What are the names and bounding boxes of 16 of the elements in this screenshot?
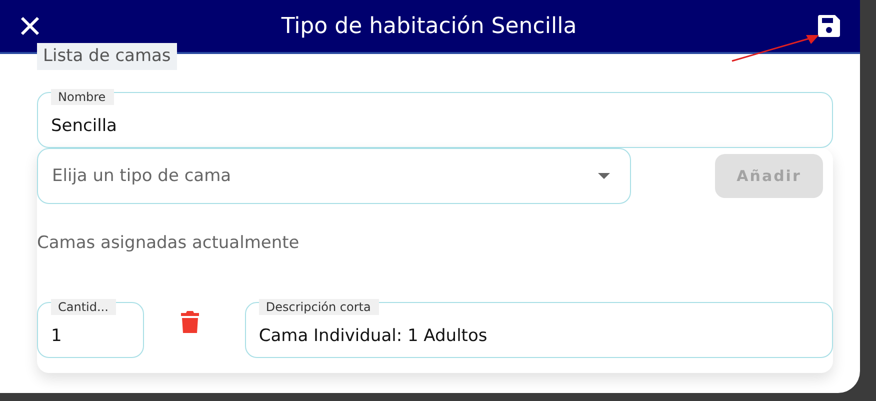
section-heading: Camas asignadas actualmente [37, 233, 300, 255]
close-icon [20, 16, 40, 36]
quantity-field[interactable]: Cantid... 1 [37, 299, 144, 358]
dropdown-caret-icon [598, 173, 610, 179]
field-label: Nombre [51, 89, 114, 105]
window-title: Tipo de habitación Sencilla [280, 14, 578, 38]
section-label: Lista de camas [37, 43, 177, 70]
name-field[interactable]: Nombre Sencilla [37, 89, 833, 148]
save-button[interactable] [818, 15, 840, 37]
close-button[interactable] [20, 16, 40, 36]
delete-button[interactable] [180, 311, 199, 333]
trash-icon [180, 311, 199, 333]
field-label: Descripción corta [258, 299, 379, 315]
bed-type-select[interactable]: Elija un tipo de cama [37, 148, 631, 204]
description-field[interactable]: Descripción corta Cama Individual: 1 Adultos [244, 299, 833, 358]
field-label: Cantid... [51, 299, 116, 315]
